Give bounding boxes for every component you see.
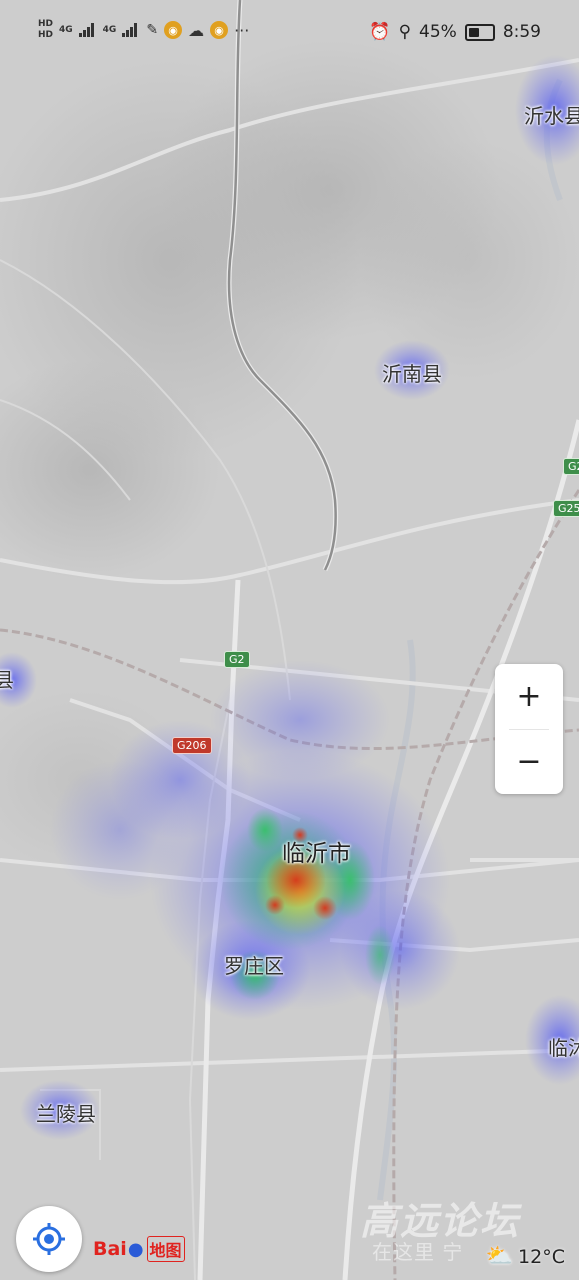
logo-bai: Bai <box>93 1238 127 1260</box>
place-luozhuang[interactable]: 罗庄区 <box>224 950 284 979</box>
location-icon: ⚲ <box>398 22 412 42</box>
zoom-out-button[interactable]: − <box>495 729 563 794</box>
status-right: ⏰ ⚲ 45% 8:59 <box>369 22 541 42</box>
weibo-icon: ◉ <box>210 21 229 39</box>
road-shield-g25: G25 <box>553 500 579 517</box>
place-lanling[interactable]: 兰陵县 <box>36 1098 96 1127</box>
hd-indicators: HD HD <box>38 20 53 40</box>
more-icon: ··· <box>234 20 250 40</box>
place-linyi[interactable]: 临沂市 <box>282 834 351 868</box>
status-left: HD HD 4G 4G ✎ ◉ ☁ ◉ ··· <box>38 20 249 40</box>
partly-sunny-icon: ⛅ <box>485 1244 514 1269</box>
locate-icon <box>33 1223 65 1255</box>
alarm-icon: ⏰ <box>369 22 391 42</box>
weibo-icon: ◉ <box>164 21 183 39</box>
heatmap-map[interactable] <box>0 0 579 1280</box>
clock: 8:59 <box>502 22 541 42</box>
network-type-1: 4G <box>59 24 73 35</box>
zoom-in-button[interactable]: + <box>495 664 563 729</box>
status-bar: HD HD 4G 4G ✎ ◉ ☁ ◉ ··· ⏰ ⚲ 45% 8:59 <box>0 0 579 64</box>
place-yinan[interactable]: 沂南县 <box>382 358 442 387</box>
road-shield-g2-edge: G2 <box>563 458 579 475</box>
hd-label-1: HD <box>38 19 54 29</box>
place-linshu[interactable]: 临沭 <box>548 1032 579 1061</box>
place-left-edge[interactable]: 县 <box>0 664 14 693</box>
battery-percent: 45% <box>419 22 457 42</box>
locate-button[interactable] <box>16 1206 82 1272</box>
signal-icon <box>122 23 140 37</box>
wechat-icon: ☁ <box>188 20 205 40</box>
road-shield-g206: G206 <box>172 737 212 754</box>
signal-icon <box>78 23 97 37</box>
link-icon: ✎ <box>146 22 159 38</box>
road-shield-g2: G2 <box>224 651 250 668</box>
place-yishui[interactable]: 沂水县 <box>524 100 579 129</box>
watermark-bottom: 在这里 宁 <box>372 1240 464 1264</box>
weather-widget[interactable]: ⛅ 12°C <box>486 1244 565 1269</box>
network-type-2: 4G <box>102 24 117 35</box>
temperature: 12°C <box>518 1245 565 1268</box>
battery-icon <box>464 23 495 41</box>
hd-label-2: HD <box>38 30 54 40</box>
logo-map: 地图 <box>146 1236 185 1262</box>
zoom-controls: + − <box>495 664 563 794</box>
zoom-divider <box>509 729 549 730</box>
paw-icon: ● <box>127 1238 144 1260</box>
baidu-map-logo: Bai ● 地图 <box>93 1236 185 1262</box>
